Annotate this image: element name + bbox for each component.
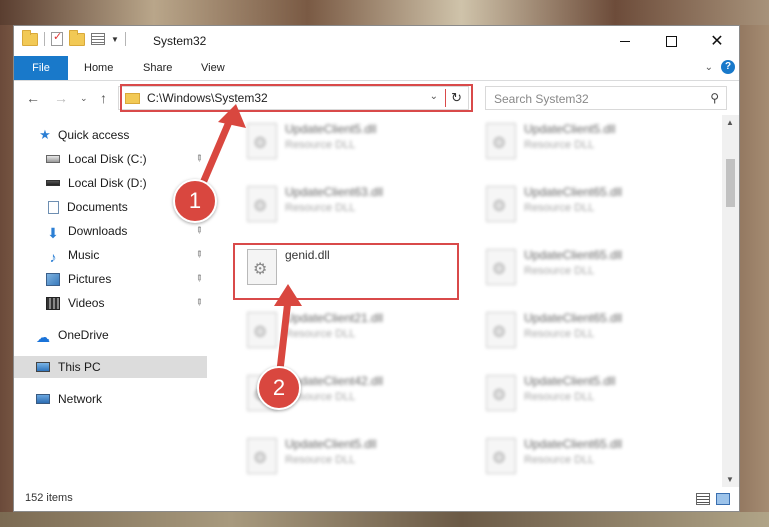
step-badge-1: 1 — [173, 179, 217, 223]
annotation-arrows — [196, 104, 302, 374]
arrow-2 — [274, 284, 302, 374]
arrow-1 — [196, 104, 246, 194]
step-badge-2: 2 — [257, 366, 301, 410]
